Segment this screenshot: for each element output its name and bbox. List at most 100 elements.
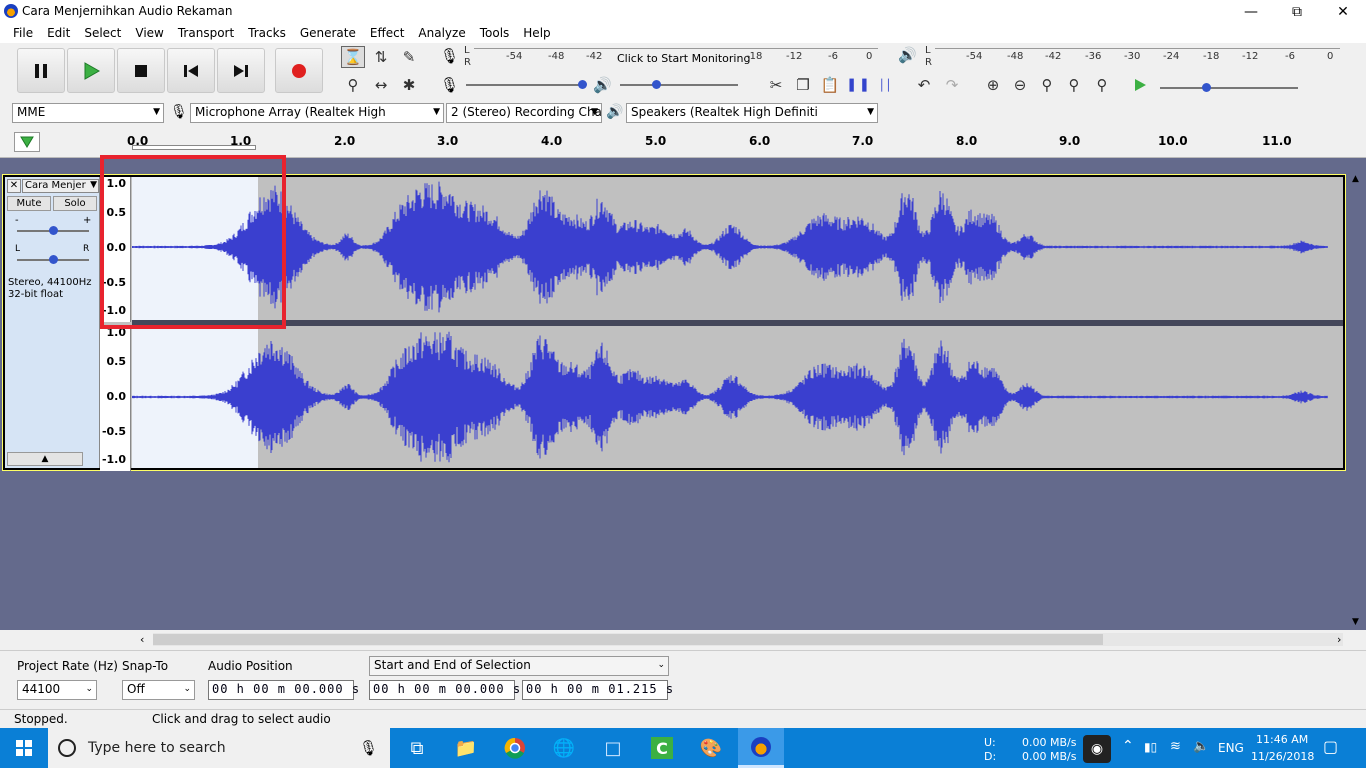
pan-slider[interactable] [17,255,89,264]
selection-end-field[interactable]: 00 h 00 m 01.215 s [522,680,673,700]
paint-icon[interactable]: 🎨 [696,733,726,763]
volume-icon[interactable]: 🔈 [1193,739,1209,754]
menu-effect[interactable]: Effect [363,26,412,40]
gain-slider[interactable] [17,226,89,235]
collapse-track-button[interactable]: ▲ [7,452,83,466]
taskbar-search-box[interactable]: Type here to search 🎙 [48,728,390,768]
slider-thumb[interactable] [49,255,58,264]
redo-button[interactable]: ↷ [940,74,964,96]
play-meter[interactable]: -54 -48 -42 -36 -30 -24 -18 -12 -6 0 [935,48,1340,66]
mute-button[interactable]: Mute [7,196,51,211]
playback-device-select[interactable]: Speakers (Realtek High Definiti ▼ [626,103,878,123]
scroll-left-icon[interactable]: ‹ [140,633,144,646]
copy-button[interactable]: ❐ [791,74,815,96]
close-button[interactable]: ✕ [1320,0,1366,23]
menu-transport[interactable]: Transport [171,26,241,40]
zoom-out-button[interactable]: ⊖ [1008,74,1032,96]
minimize-button[interactable]: — [1228,0,1274,23]
file-explorer-icon[interactable]: 📁 [451,733,481,763]
menu-file[interactable]: File [6,26,40,40]
battery-icon[interactable]: ▮▯ [1144,740,1157,754]
chevron-up-icon[interactable]: ⌃ [1122,738,1134,754]
menu-help[interactable]: Help [516,26,557,40]
slider-thumb[interactable] [652,80,661,89]
timeshift-tool-button[interactable]: ↔ [369,74,393,96]
fit-selection-button[interactable]: ⚲ [1035,74,1059,96]
download-manager-icon[interactable]: 🌐 [549,733,579,763]
wifi-icon[interactable]: ≋ [1170,739,1181,754]
menu-edit[interactable]: Edit [40,26,77,40]
envelope-tool-button[interactable]: ⇅ [369,46,393,68]
selection-mode-select[interactable]: Start and End of Selection ⌄ [369,656,669,676]
play-speed-slider[interactable] [1160,83,1298,92]
waveform-right-channel[interactable] [132,327,1328,467]
zoom-in-button[interactable]: ⊕ [981,74,1005,96]
cut-button[interactable]: ✂ [764,74,788,96]
project-rate-select[interactable]: 44100 ⌄ [17,680,97,700]
menu-select[interactable]: Select [77,26,128,40]
stop-button[interactable] [117,48,165,93]
multi-tool-button[interactable]: ✱ [397,74,421,96]
menu-analyze[interactable]: Analyze [411,26,472,40]
input-volume-slider[interactable] [466,80,587,89]
output-volume-slider[interactable] [620,80,738,89]
play-button[interactable] [67,48,115,93]
undo-button[interactable]: ↶ [912,74,936,96]
notes-app-icon[interactable]: □ [598,733,628,763]
clock-date[interactable]: 11/26/2018 [1251,750,1314,763]
scroll-right-icon[interactable]: › [1337,633,1341,646]
skip-to-start-button[interactable] [167,48,215,93]
menu-tracks[interactable]: Tracks [241,26,293,40]
task-view-icon[interactable]: ⧉ [402,733,432,763]
notification-icon[interactable]: ▢ [1323,737,1338,756]
menu-view[interactable]: View [128,26,170,40]
play-meter-speaker-icon[interactable]: 🔊 [898,46,917,64]
record-meter-prompt[interactable]: Click to Start Monitoring [617,52,750,65]
pause-button[interactable] [17,48,65,93]
record-button[interactable] [275,48,323,93]
audio-position-field[interactable]: 00 h 00 m 00.000 s [208,680,359,700]
scrollbar-thumb[interactable] [153,634,1103,645]
windows-start-icon[interactable] [9,733,39,763]
trim-button[interactable]: ▌▐ [846,74,870,96]
record-meter-mic-icon[interactable]: 🎙 [440,47,459,65]
horizontal-scrollbar[interactable] [153,633,1343,646]
camtasia-icon[interactable]: C [647,733,677,763]
timeline-options-icon[interactable] [14,132,40,152]
zoom-tool-button[interactable]: ⚲ [341,74,365,96]
silence-button[interactable]: ││ [873,74,897,96]
menu-generate[interactable]: Generate [293,26,363,40]
timeline-ruler[interactable]: 0.0 1.0 2.0 3.0 4.0 5.0 6.0 7.0 8.0 9.0 … [0,128,1366,158]
audio-host-select[interactable]: MME ▼ [12,103,164,123]
clock-time[interactable]: 11:46 AM [1256,733,1308,746]
language-indicator[interactable]: ENG [1218,741,1244,755]
record-meter[interactable]: -54 -48 -42 Click to Start Monitoring -1… [474,48,878,66]
vertical-ruler-right-channel[interactable]: 1.0 0.5 0.0 -0.5 -1.0 [100,326,131,471]
track-name-menu[interactable]: Cara Menjer ▼ [22,179,99,193]
track-close-icon[interactable]: ✕ [7,179,21,193]
paste-button[interactable]: 📋 [818,74,842,96]
zoom-toggle-button[interactable]: ⚲ [1090,74,1114,96]
recording-channels-select[interactable]: 2 (Stereo) Recording Chai ▼ [446,103,602,123]
microphone-icon[interactable]: 🎙 [359,739,378,757]
skip-to-end-button[interactable] [217,48,265,93]
selection-tool-button[interactable]: ⌛ [341,46,365,68]
waveform-left-channel[interactable] [132,177,1328,317]
slider-thumb[interactable] [578,80,587,89]
scroll-up-icon[interactable]: ▲ [1352,174,1359,184]
selection-start-field[interactable]: 00 h 00 m 00.000 s [369,680,520,700]
play-at-speed-button[interactable] [1128,74,1152,96]
solo-button[interactable]: Solo [53,196,97,211]
audacity-taskbar-icon[interactable] [738,728,784,768]
slider-thumb[interactable] [49,226,58,235]
snap-to-select[interactable]: Off ⌄ [122,680,195,700]
draw-tool-button[interactable]: ✎ [397,46,421,68]
slider-thumb[interactable] [1202,83,1211,92]
recording-device-select[interactable]: Microphone Array (Realtek High ▼ [190,103,444,123]
menu-tools[interactable]: Tools [473,26,517,40]
chrome-icon[interactable] [500,733,530,763]
scroll-down-icon[interactable]: ▼ [1352,617,1359,627]
camera-recorder-icon[interactable]: ◉ [1083,735,1111,763]
restore-button[interactable]: ⧉ [1274,0,1320,23]
fit-project-button[interactable]: ⚲ [1062,74,1086,96]
